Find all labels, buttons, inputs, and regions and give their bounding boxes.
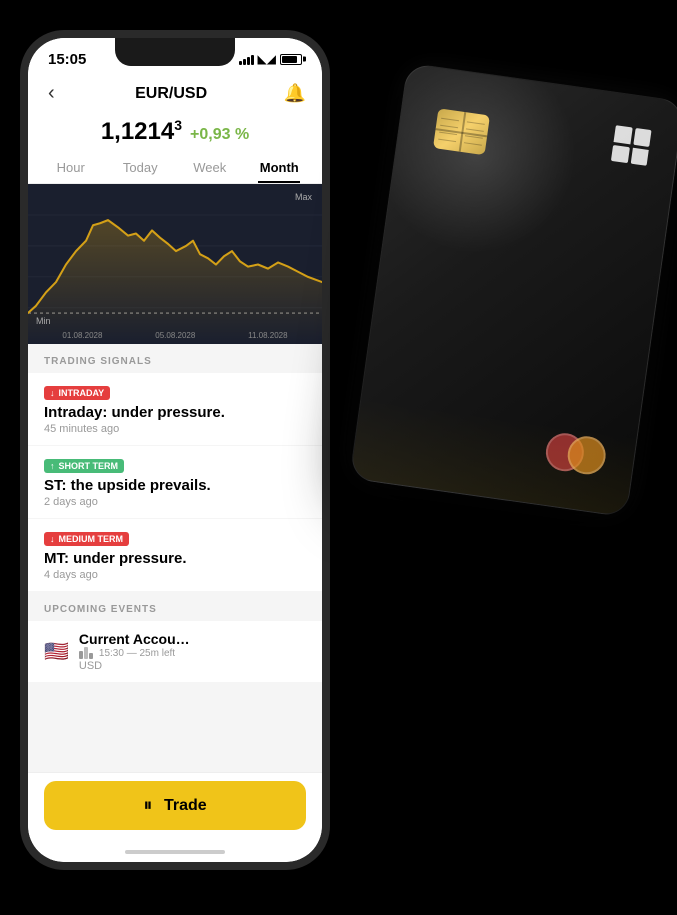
bell-icon[interactable]: 🔔	[284, 83, 306, 104]
event-time-text: 15:30 — 25m left	[99, 648, 175, 659]
credit-card	[349, 63, 677, 518]
chart-dates: 01.08.2028 05.08.2028 11.08.2028	[28, 331, 322, 340]
header-title: EUR/USD	[135, 85, 207, 103]
phone-wrapper: 15:05 ◣◢ ‹ EUR/USD 🔔	[20, 30, 330, 870]
chip-lines	[433, 108, 490, 155]
signal-badge-intraday: ↓ INTRADAY	[44, 386, 110, 400]
signal-title-medium-term: MT: under pressure.	[44, 550, 306, 567]
main-content: TRADING SIGNALS ↓ INTRADAY Intraday: und…	[28, 344, 322, 772]
phone-notch	[115, 38, 235, 66]
trade-chart-icon: ⏸	[143, 795, 156, 816]
card-chip	[433, 108, 490, 155]
us-flag-icon: 🇺🇸	[44, 639, 69, 664]
card-logo	[611, 125, 652, 166]
card-inner	[350, 64, 677, 517]
signal-bars-icon	[239, 53, 254, 65]
card-logo-blocks	[611, 125, 652, 166]
chart-tabs: Hour Today Week Month	[28, 152, 322, 184]
event-info: Current Accou… 15:30 — 25m left USD	[79, 631, 306, 672]
price-chart: Max Min	[28, 184, 322, 344]
chart-min-label: Min	[36, 316, 51, 326]
app-header: ‹ EUR/USD 🔔	[28, 74, 322, 113]
phone-frame: 15:05 ◣◢ ‹ EUR/USD 🔔	[20, 30, 330, 870]
trade-button[interactable]: ⏸ Trade	[44, 781, 306, 830]
trade-button-label: Trade	[164, 797, 207, 815]
chart-max-label: Max	[295, 192, 312, 202]
trading-signals-title: TRADING SIGNALS	[28, 344, 322, 373]
tab-today[interactable]: Today	[106, 152, 176, 183]
wifi-icon: ◣◢	[258, 52, 276, 66]
price-row: 1,12143 +0,93 %	[28, 113, 322, 152]
tab-hour[interactable]: Hour	[36, 152, 106, 183]
phone-screen: 15:05 ◣◢ ‹ EUR/USD 🔔	[28, 38, 322, 862]
back-button[interactable]: ‹	[44, 78, 59, 109]
tab-month[interactable]: Month	[245, 152, 315, 183]
chip-right-lines	[459, 112, 490, 155]
signal-card-intraday: ↓ INTRADAY Intraday: under pressure. 45 …	[28, 373, 322, 445]
upcoming-events-title: UPCOMING EVENTS	[28, 592, 322, 621]
signal-time-medium-term: 4 days ago	[44, 569, 306, 581]
card-bottom-glow	[350, 398, 636, 516]
event-time-bar: 15:30 — 25m left	[79, 647, 306, 659]
event-mini-bars	[79, 647, 93, 659]
event-card-current-account: 🇺🇸 Current Accou… 15:30 — 25m left USD	[28, 621, 322, 682]
signal-card-medium-term: ↓ MEDIUM TERM MT: under pressure. 4 days…	[28, 519, 322, 591]
trade-bar: ⏸ Trade	[28, 772, 322, 842]
home-indicator	[28, 842, 322, 862]
battery-icon	[280, 54, 302, 65]
signal-title-short-term: ST: the upside prevails.	[44, 477, 306, 494]
home-bar	[125, 850, 225, 854]
chart-svg	[28, 184, 322, 344]
signal-badge-short-term: ↑ SHORT TERM	[44, 459, 124, 473]
price-change: +0,93 %	[190, 126, 249, 144]
status-icons: ◣◢	[239, 52, 302, 66]
price-value: 1,12143	[101, 117, 182, 146]
event-currency: USD	[79, 660, 306, 672]
signal-time-short-term: 2 days ago	[44, 496, 306, 508]
event-name: Current Accou…	[79, 631, 306, 647]
signal-time-intraday: 45 minutes ago	[44, 423, 306, 435]
signal-title-intraday: Intraday: under pressure.	[44, 404, 306, 421]
card-shine	[364, 63, 590, 267]
tab-week[interactable]: Week	[175, 152, 245, 183]
signal-badge-medium-term: ↓ MEDIUM TERM	[44, 532, 129, 546]
signal-card-short-term: ↑ SHORT TERM ST: the upside prevails. 2 …	[28, 446, 322, 518]
status-time: 15:05	[48, 51, 86, 68]
